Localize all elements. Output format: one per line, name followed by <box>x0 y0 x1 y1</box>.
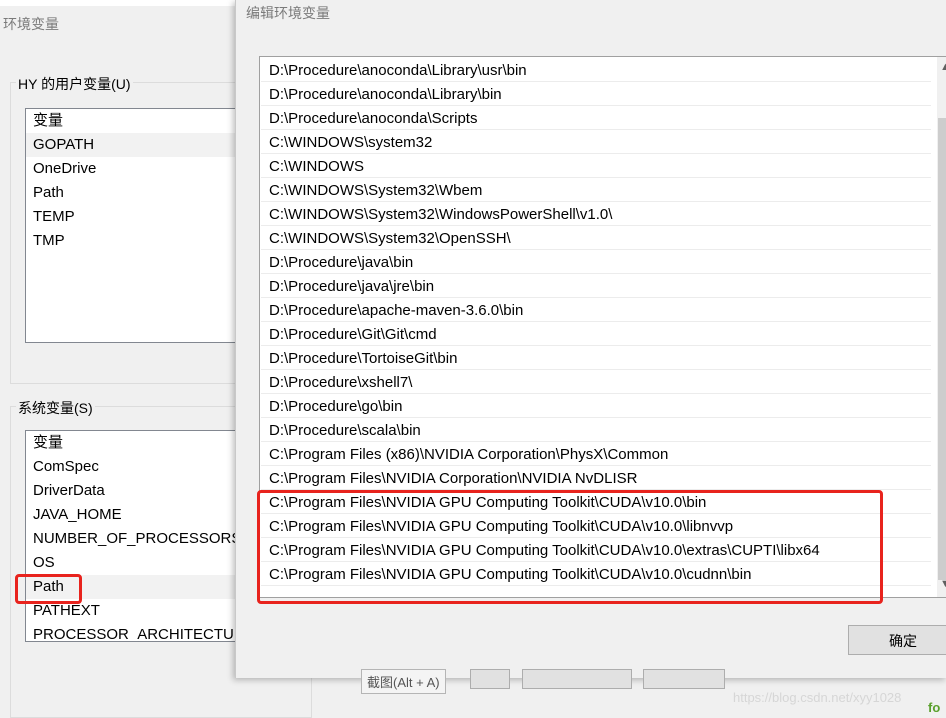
chevron-up-icon[interactable]: ▲ <box>937 59 946 76</box>
path-row[interactable]: C:\WINDOWS <box>261 155 931 178</box>
path-row[interactable]: D:\Procedure\go\bin <box>261 395 931 418</box>
watermark: https://blog.csdn.net/xyy1028 <box>733 690 902 705</box>
path-row[interactable]: C:\Program Files\NVIDIA Corporation\NVID… <box>261 467 931 490</box>
path-row[interactable]: C:\Program Files\NVIDIA GPU Computing To… <box>261 539 931 562</box>
path-row[interactable]: D:\Procedure\anoconda\Library\usr\bin <box>261 59 931 82</box>
path-row[interactable]: C:\Program Files\NVIDIA GPU Computing To… <box>261 491 931 514</box>
bg-button[interactable] <box>643 669 725 689</box>
path-row[interactable]: C:\WINDOWS\System32\WindowsPowerShell\v1… <box>261 203 931 226</box>
system-variables-label: 系统变量(S) <box>16 398 95 418</box>
path-row[interactable]: C:\Program Files (x86)\NVIDIA Corporatio… <box>261 443 931 466</box>
path-row[interactable]: D:\Procedure\anoconda\Scripts <box>261 107 931 130</box>
path-row[interactable]: D:\Procedure\anoconda\Library\bin <box>261 83 931 106</box>
dialog-title: 编辑环境变量 <box>246 5 330 21</box>
window-title: 环境变量 <box>3 16 59 32</box>
path-row[interactable]: D:\Procedure\Git\Git\cmd <box>261 323 931 346</box>
path-row[interactable]: C:\Program Files\NVIDIA GPU Computing To… <box>261 515 931 538</box>
path-list[interactable]: D:\Procedure\anoconda\Library\usr\bin D:… <box>259 56 946 598</box>
path-row[interactable]: C:\WINDOWS\System32\Wbem <box>261 179 931 202</box>
vertical-scrollbar[interactable]: ▲ ▼ <box>937 57 946 597</box>
path-row[interactable]: D:\Procedure\java\bin <box>261 251 931 274</box>
path-row[interactable]: D:\Procedure\apache-maven-3.6.0\bin <box>261 299 931 322</box>
path-row[interactable]: C:\WINDOWS\system32 <box>261 131 931 154</box>
bg-button[interactable] <box>470 669 510 689</box>
path-row[interactable]: C:\Program Files\NVIDIA GPU Computing To… <box>261 563 931 586</box>
path-row[interactable]: D:\Procedure\xshell7\ <box>261 371 931 394</box>
screenshot-tooltip: 截图(Alt + A) <box>361 669 446 694</box>
path-row[interactable]: C:\WINDOWS\System32\OpenSSH\ <box>261 227 931 250</box>
path-row[interactable]: D:\Procedure\scala\bin <box>261 419 931 442</box>
path-row[interactable]: D:\Procedure\java\jre\bin <box>261 275 931 298</box>
scrollbar-thumb[interactable] <box>938 118 946 580</box>
path-row[interactable]: D:\Procedure\TortoiseGit\bin <box>261 347 931 370</box>
ok-button[interactable]: 确定 <box>848 625 946 655</box>
bg-button[interactable] <box>522 669 632 689</box>
edge-text: fo <box>928 700 941 715</box>
edit-environment-variable-dialog: 编辑环境变量 D:\Procedure\anoconda\Library\usr… <box>235 0 946 678</box>
chevron-down-icon[interactable]: ▼ <box>937 576 946 593</box>
user-variables-label: HY 的用户变量(U) <box>16 74 133 94</box>
